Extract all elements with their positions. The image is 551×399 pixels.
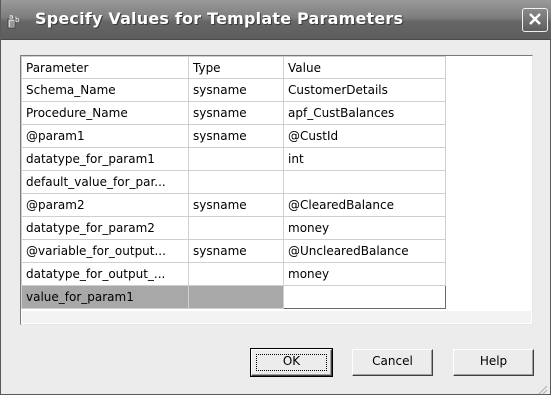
cell-type: sysname (188, 124, 284, 148)
cell-value[interactable]: apf_CustBalances (283, 101, 446, 125)
cell-value[interactable]: @ClearedBalance (283, 193, 446, 217)
cell-value[interactable] (283, 285, 446, 309)
cell-type: sysname (188, 193, 284, 217)
cell-value[interactable]: @CustId (283, 124, 446, 148)
ok-button[interactable]: OK (250, 348, 333, 377)
cell-parameter: @variable_for_output... (21, 239, 189, 263)
cell-type: sysname (188, 78, 284, 102)
cell-type (188, 216, 284, 240)
cell-parameter: default_value_for_par... (21, 170, 189, 194)
cell-type (188, 285, 284, 309)
table-row[interactable]: datatype_for_param2 money (21, 216, 446, 240)
column-header-type[interactable]: Type (188, 56, 284, 79)
cell-type (188, 147, 284, 171)
cell-parameter: @param2 (21, 193, 189, 217)
table-row[interactable]: @variable_for_output... sysname @Uncleared… (21, 239, 446, 263)
table-row[interactable]: datatype_for_param1 int (21, 147, 446, 171)
header-row: Parameter Type Value (21, 56, 446, 79)
svg-text:b: b (15, 16, 20, 24)
svg-text:a: a (9, 13, 13, 21)
cell-type: sysname (188, 101, 284, 125)
cell-type: sysname (188, 239, 284, 263)
table-row[interactable]: value_for_param1 (21, 285, 446, 309)
table-row[interactable]: @param1 sysname @CustId (21, 124, 446, 148)
dialog-window: a b Specify Values for Template Paramete… (0, 0, 551, 395)
cell-value[interactable]: int (283, 147, 446, 171)
cell-value[interactable]: money (283, 262, 446, 286)
parameters-table: Parameter Type Value Schema_Name sysname C… (21, 56, 446, 309)
template-parameters-icon: a b (7, 13, 23, 29)
cell-type (188, 262, 284, 286)
cell-parameter: datatype_for_output_... (21, 262, 189, 286)
cell-value[interactable]: CustomerDetails (283, 78, 446, 102)
close-button[interactable] (522, 8, 548, 32)
cancel-button[interactable]: Cancel (352, 349, 433, 376)
column-header-value[interactable]: Value (283, 56, 446, 79)
cell-parameter: value_for_param1 (21, 285, 189, 309)
cell-parameter: @param1 (21, 124, 189, 148)
table-row[interactable]: datatype_for_output_... money (21, 262, 446, 286)
table-row[interactable]: @param2 sysname @ClearedBalance (21, 193, 446, 217)
cancel-button-label: Cancel (372, 354, 413, 368)
window-title: Specify Values for Template Parameters (35, 9, 404, 28)
cell-parameter: Procedure_Name (21, 101, 189, 125)
focus-rectangle (256, 354, 327, 371)
cell-parameter: datatype_for_param1 (21, 147, 189, 171)
cell-value[interactable]: @UnclearedBalance (283, 239, 446, 263)
cell-value[interactable]: money (283, 216, 446, 240)
cell-parameter: Schema_Name (21, 78, 189, 102)
resize-grip-icon[interactable] (536, 380, 548, 395)
column-header-parameter[interactable]: Parameter (21, 56, 189, 79)
parameters-grid[interactable]: Parameter Type Value Schema_Name sysname C… (20, 55, 533, 325)
help-button-label: Help (479, 354, 508, 368)
table-row[interactable]: Schema_Name sysname CustomerDetails (21, 78, 446, 102)
cell-parameter: datatype_for_param2 (21, 216, 189, 240)
help-button[interactable]: Help (453, 349, 534, 376)
table-row[interactable]: Procedure_Name sysname apf_CustBalances (21, 101, 446, 125)
title-bar[interactable]: a b Specify Values for Template Paramete… (1, 0, 551, 40)
grid-scroll-area (22, 311, 531, 323)
close-icon (528, 11, 542, 30)
table-row[interactable]: default_value_for_par... (21, 170, 446, 194)
cell-type (188, 170, 284, 194)
cell-value[interactable] (283, 170, 446, 194)
